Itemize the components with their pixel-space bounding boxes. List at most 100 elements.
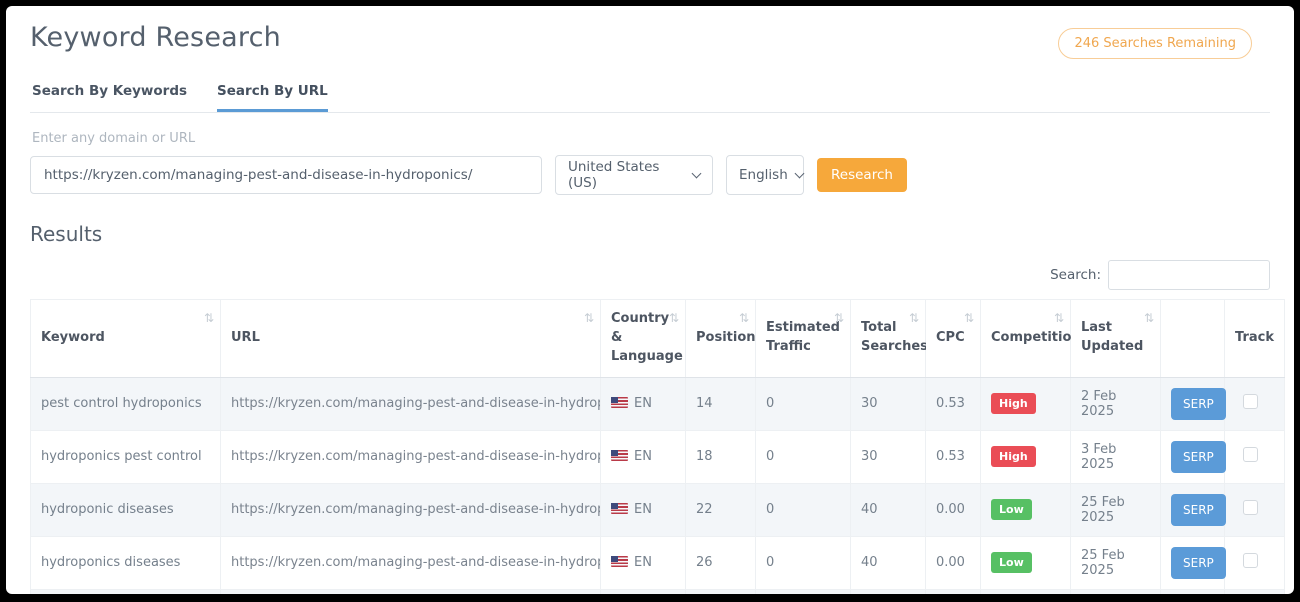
col-header-competition[interactable]: Competition⇅: [981, 300, 1071, 378]
keyword-cell: hydroponics pest control: [31, 430, 221, 483]
competition-badge: Low: [991, 499, 1032, 520]
total-searches-cell: 30: [851, 377, 926, 430]
estimated-traffic-cell: 0: [756, 377, 851, 430]
serp-cell: SERP: [1161, 483, 1225, 536]
sort-icon[interactable]: ⇅: [669, 310, 679, 327]
col-header-cpc[interactable]: CPC⇅: [926, 300, 981, 378]
serp-button[interactable]: SERP: [1171, 441, 1226, 473]
url-cell: https://kryzen.com/managing-pest-and-dis…: [221, 377, 601, 430]
cpc-cell: 0.53: [926, 377, 981, 430]
competition-badge: High: [991, 446, 1036, 467]
keyword-cell: hydroponics diseases: [31, 536, 221, 589]
col-header-position[interactable]: Position⇅: [686, 300, 756, 378]
table-row: hydroponics diseases https://kryzen.com/…: [31, 536, 1285, 589]
total-searches-cell: 30: [851, 430, 926, 483]
sort-icon[interactable]: ⇅: [739, 310, 749, 327]
sort-icon[interactable]: ⇅: [584, 310, 594, 327]
searches-remaining-badge: 246 Searches Remaining: [1058, 28, 1252, 59]
us-flag-icon: [611, 556, 628, 567]
track-cell: [1225, 483, 1285, 536]
page-title: Keyword Research: [30, 22, 281, 53]
serp-button[interactable]: SERP: [1171, 547, 1226, 579]
language-select[interactable]: English: [726, 155, 804, 195]
last-updated-cell: 25 Feb 2025: [1071, 536, 1161, 589]
country-language-cell: EN: [601, 536, 686, 589]
col-header-last-updated[interactable]: Last Updated⇅: [1071, 300, 1161, 378]
last-updated-cell: 26 Feb 2025: [1071, 589, 1161, 594]
results-heading: Results: [30, 222, 1270, 246]
sort-icon[interactable]: ⇅: [834, 310, 844, 327]
country-language-cell: EN: [601, 589, 686, 594]
cpc-cell: 0.53: [926, 430, 981, 483]
url-input[interactable]: [30, 156, 542, 194]
page-header: Keyword Research 246 Searches Remaining: [30, 22, 1270, 59]
cpc-cell: 0.00: [926, 536, 981, 589]
col-header-total-searches[interactable]: Total Searches⇅: [851, 300, 926, 378]
keyword-cell: pest control in hydroponics: [31, 589, 221, 594]
sort-icon[interactable]: ⇅: [1054, 310, 1064, 327]
serp-button[interactable]: SERP: [1171, 388, 1226, 420]
track-checkbox[interactable]: [1243, 447, 1258, 462]
track-cell: [1225, 377, 1285, 430]
table-row: hydroponics pest control https://kryzen.…: [31, 430, 1285, 483]
competition-cell: Low: [981, 536, 1071, 589]
chevron-down-icon: [692, 168, 702, 178]
us-flag-icon: [611, 397, 628, 408]
app-window: Keyword Research 246 Searches Remaining …: [6, 6, 1294, 594]
track-cell: [1225, 430, 1285, 483]
sort-icon[interactable]: ⇅: [1144, 310, 1154, 327]
country-language-cell: EN: [601, 377, 686, 430]
research-button[interactable]: Research: [817, 158, 907, 192]
cpc-cell: 0.00: [926, 483, 981, 536]
serp-cell: SERP: [1161, 377, 1225, 430]
position-cell: 14: [686, 377, 756, 430]
position-cell: 18: [686, 430, 756, 483]
table-header-row: Keyword⇅ URL⇅ Country & Language⇅ Positi…: [31, 300, 1285, 378]
table-search-input[interactable]: [1108, 260, 1270, 290]
col-header-keyword[interactable]: Keyword⇅: [31, 300, 221, 378]
position-cell: 26: [686, 536, 756, 589]
table-row: pest control in hydroponics https://kryz…: [31, 589, 1285, 594]
serp-cell: SERP: [1161, 430, 1225, 483]
table-body: pest control hydroponics https://kryzen.…: [31, 377, 1285, 594]
track-checkbox[interactable]: [1243, 394, 1258, 409]
sort-icon[interactable]: ⇅: [909, 310, 919, 327]
tab-search-by-keywords[interactable]: Search By Keywords: [32, 83, 187, 112]
total-searches-cell: 30: [851, 589, 926, 594]
competition-badge: Low: [991, 552, 1032, 573]
track-checkbox[interactable]: [1243, 500, 1258, 515]
results-table: Keyword⇅ URL⇅ Country & Language⇅ Positi…: [30, 299, 1285, 594]
col-header-country-language[interactable]: Country & Language⇅: [601, 300, 686, 378]
tab-bar: Search By Keywords Search By URL: [30, 83, 1270, 113]
country-language-cell: EN: [601, 483, 686, 536]
search-form: United States (US) English Research: [30, 155, 1270, 195]
url-cell: https://kryzen.com/managing-pest-and-dis…: [221, 483, 601, 536]
tab-search-by-url[interactable]: Search By URL: [217, 83, 328, 112]
position-cell: 26: [686, 589, 756, 594]
keyword-cell: pest control hydroponics: [31, 377, 221, 430]
track-checkbox[interactable]: [1243, 553, 1258, 568]
last-updated-cell: 25 Feb 2025: [1071, 483, 1161, 536]
estimated-traffic-cell: 0: [756, 483, 851, 536]
estimated-traffic-cell: 0: [756, 536, 851, 589]
estimated-traffic-cell: 0: [756, 430, 851, 483]
col-header-serp: [1161, 300, 1225, 378]
sort-icon[interactable]: ⇅: [204, 310, 214, 327]
table-row: pest control hydroponics https://kryzen.…: [31, 377, 1285, 430]
competition-badge: High: [991, 393, 1036, 414]
col-header-url[interactable]: URL⇅: [221, 300, 601, 378]
country-select[interactable]: United States (US): [555, 155, 713, 195]
competition-cell: Low: [981, 483, 1071, 536]
table-search-label: Search:: [1050, 267, 1101, 283]
last-updated-cell: 2 Feb 2025: [1071, 377, 1161, 430]
serp-cell: SERP: [1161, 589, 1225, 594]
serp-button[interactable]: SERP: [1171, 494, 1226, 526]
sort-icon[interactable]: ⇅: [964, 310, 974, 327]
us-flag-icon: [611, 450, 628, 461]
total-searches-cell: 40: [851, 483, 926, 536]
col-header-estimated-traffic[interactable]: Estimated Traffic⇅: [756, 300, 851, 378]
track-cell: [1225, 589, 1285, 594]
total-searches-cell: 40: [851, 536, 926, 589]
url-cell: https://kryzen.com/managing-pest-and-dis…: [221, 589, 601, 594]
language-select-value: English: [739, 167, 788, 183]
